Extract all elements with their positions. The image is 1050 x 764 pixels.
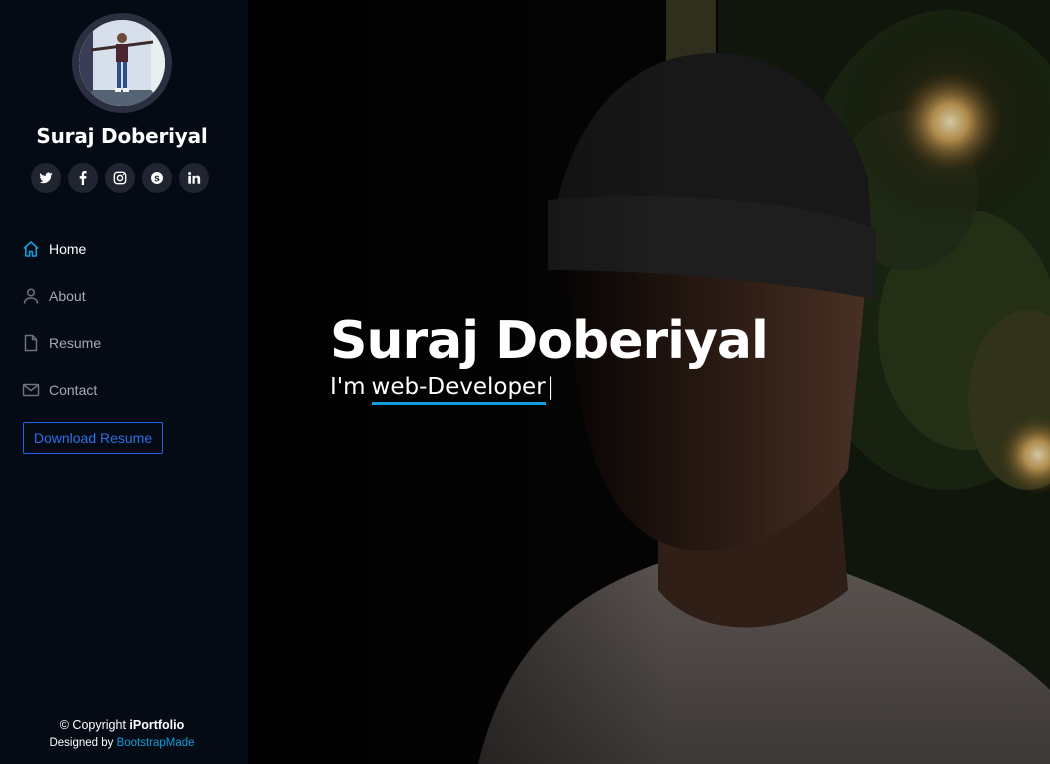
nav-item-home[interactable]: Home [22, 225, 232, 272]
credits: Designed by BootstrapMade [0, 737, 244, 749]
sidebar: Suraj Doberiyal Home About Resume Contac… [0, 0, 248, 764]
skype-link[interactable] [142, 163, 172, 193]
file-icon [22, 334, 40, 352]
credits-prefix: Designed by [49, 737, 117, 749]
download-resume-button[interactable]: Download Resume [23, 422, 163, 454]
envelope-icon [22, 381, 40, 399]
hero-text: Suraj Doberiyal I'm web-Developer | [330, 310, 769, 406]
nav-item-contact[interactable]: Contact [22, 366, 232, 413]
hero-section: Suraj Doberiyal I'm web-Developer | [248, 0, 1050, 764]
designer-link[interactable]: BootstrapMade [117, 737, 195, 749]
linkedin-link[interactable] [179, 163, 209, 193]
hero-subtitle: I'm web-Developer | [330, 374, 768, 406]
facebook-icon [79, 171, 87, 185]
person-icon [22, 287, 40, 305]
copyright-brand: iPortfolio [129, 718, 185, 732]
typed-cursor: | [546, 374, 555, 401]
instagram-icon [113, 171, 127, 185]
copyright-prefix: © Copyright [59, 718, 130, 732]
main-nav: Home About Resume Contact [22, 225, 232, 413]
instagram-link[interactable] [105, 163, 135, 193]
profile-name: Suraj Doberiyal [36, 124, 208, 148]
nav-item-resume[interactable]: Resume [22, 319, 232, 366]
skype-icon [151, 172, 163, 184]
facebook-link[interactable] [68, 163, 98, 193]
nav-label-contact: Contact [49, 381, 98, 398]
twitter-link[interactable] [31, 163, 61, 193]
hero-prefix: I'm [330, 374, 366, 401]
nav-label-home: Home [49, 240, 87, 257]
linkedin-icon [188, 171, 201, 184]
home-icon [22, 240, 40, 258]
nav-item-about[interactable]: About [22, 272, 232, 319]
typed-text: web-Developer [371, 374, 546, 406]
copyright: © Copyright iPortfolio [0, 718, 244, 732]
sidebar-footer: © Copyright iPortfolio Designed by Boots… [0, 718, 244, 749]
nav-label-about: About [49, 287, 86, 304]
social-links [31, 163, 209, 193]
nav-label-resume: Resume [49, 334, 102, 351]
twitter-icon [39, 172, 53, 184]
hero-title: Suraj Doberiyal [330, 311, 769, 371]
avatar [72, 13, 172, 113]
